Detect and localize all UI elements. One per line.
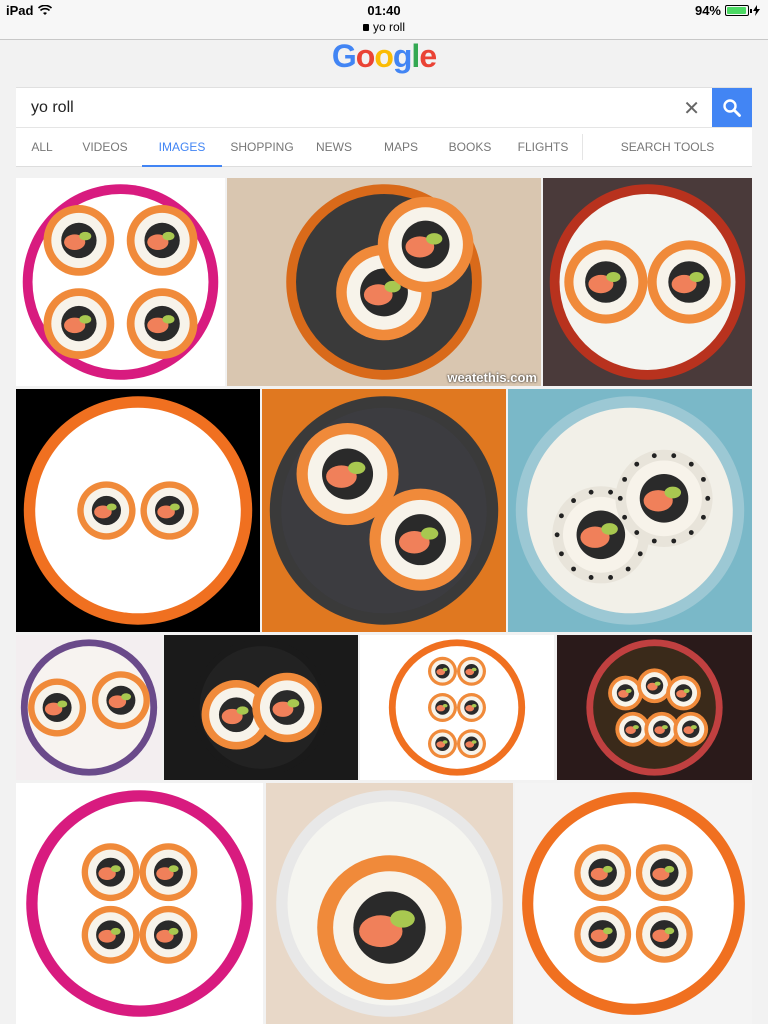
tab-videos[interactable]: VIDEOS <box>68 128 142 166</box>
tab-shopping[interactable]: SHOPPING <box>222 128 302 166</box>
google-logo[interactable]: Google <box>0 38 768 75</box>
sushi-roll-photo <box>266 783 513 1024</box>
sushi-roll <box>369 488 472 591</box>
sushi-roll-photo <box>16 389 260 632</box>
logo-letter: G <box>331 38 357 74</box>
logo-letter: e <box>419 38 437 74</box>
sushi-roll <box>608 675 643 711</box>
image-result[interactable] <box>16 389 260 632</box>
sushi-roll <box>28 678 87 737</box>
sushi-roll <box>673 711 709 747</box>
charging-icon <box>753 5 760 16</box>
sushi-roll <box>574 905 632 963</box>
sushi-roll <box>564 240 648 324</box>
search-input[interactable]: yo roll <box>31 99 74 117</box>
sushi-roll <box>43 205 115 276</box>
sushi-roll-photo <box>16 635 162 780</box>
tab-all[interactable]: ALL <box>16 128 68 166</box>
sushi-roll <box>377 196 474 293</box>
sushi-roll <box>635 844 693 902</box>
sushi-roll <box>126 288 198 359</box>
battery-percent: 94% <box>694 3 721 18</box>
search-button[interactable] <box>712 88 752 128</box>
sushi-roll <box>428 656 457 686</box>
tab-images[interactable]: IMAGES <box>142 128 222 167</box>
battery-icon <box>725 5 752 16</box>
image-result[interactable] <box>16 635 162 780</box>
image-result[interactable] <box>164 635 358 780</box>
sushi-roll <box>635 905 693 963</box>
sushi-roll <box>139 843 198 902</box>
sushi-roll <box>91 671 150 730</box>
sushi-roll-photo <box>16 783 263 1024</box>
sushi-roll <box>428 729 457 759</box>
image-result[interactable]: weatethis.com <box>227 178 541 386</box>
sushi-roll <box>43 288 115 359</box>
sushi-roll <box>457 729 486 759</box>
status-right: 94% <box>695 3 760 18</box>
image-result[interactable] <box>508 389 752 632</box>
sushi-roll <box>126 205 198 276</box>
tab-books[interactable]: BOOKS <box>436 128 504 166</box>
sushi-roll <box>140 481 199 540</box>
page-url[interactable]: yo roll <box>0 20 768 34</box>
image-result[interactable] <box>266 783 513 1024</box>
image-result[interactable] <box>360 635 554 780</box>
sushi-roll-photo <box>515 783 752 1024</box>
tab-news[interactable]: NEWS <box>302 128 366 166</box>
logo-letter: g <box>392 38 413 74</box>
battery-nub <box>750 9 752 13</box>
sushi-roll-photo <box>543 178 752 386</box>
sushi-roll <box>81 905 140 964</box>
tab-maps[interactable]: MAPS <box>366 128 436 166</box>
page-url-text: yo roll <box>372 20 405 34</box>
sushi-roll-photo <box>227 178 541 386</box>
search-icon <box>723 99 741 117</box>
logo-letter: o <box>355 38 376 74</box>
image-result[interactable] <box>557 635 752 780</box>
sushi-roll-photo <box>360 635 554 780</box>
sushi-roll-photo <box>508 389 752 632</box>
sushi-roll <box>252 672 322 743</box>
search-box: yo roll ✕ <box>16 87 752 128</box>
tab-flights[interactable]: FLIGHTS <box>504 128 582 166</box>
sushi-roll <box>317 855 462 1000</box>
logo-letter: o <box>374 38 394 74</box>
sushi-roll <box>457 693 486 722</box>
sushi-roll <box>666 675 701 711</box>
image-result[interactable] <box>515 783 752 1024</box>
search-tabs: ALL VIDEOS IMAGES SHOPPING NEWS MAPS BOOKS FLIG… <box>16 127 752 167</box>
clear-icon[interactable]: ✕ <box>683 96 700 121</box>
sushi-roll <box>647 240 731 324</box>
sushi-roll <box>139 905 198 964</box>
image-result[interactable] <box>16 178 225 386</box>
sushi-roll <box>637 668 672 704</box>
battery-level <box>727 7 746 14</box>
sushi-roll <box>574 844 632 902</box>
sushi-roll-photo <box>262 389 506 632</box>
sushi-roll <box>615 449 713 547</box>
sushi-roll <box>428 693 457 722</box>
search-tools-button[interactable]: SEARCH TOOLS <box>583 128 752 166</box>
image-result[interactable] <box>16 783 263 1024</box>
clock: 01:40 <box>367 3 401 18</box>
sushi-roll <box>77 481 136 540</box>
image-watermark: weatethis.com <box>447 370 537 385</box>
sushi-roll-photo <box>16 178 225 386</box>
image-result[interactable] <box>262 389 506 632</box>
image-result[interactable] <box>543 178 752 386</box>
sushi-roll <box>81 843 140 902</box>
sushi-roll-photo <box>164 635 358 780</box>
lock-icon <box>362 24 369 31</box>
status-bar: iPad 01:40 yo roll 94% <box>0 0 768 40</box>
sushi-roll <box>457 656 486 686</box>
sushi-roll-photo <box>557 635 752 780</box>
